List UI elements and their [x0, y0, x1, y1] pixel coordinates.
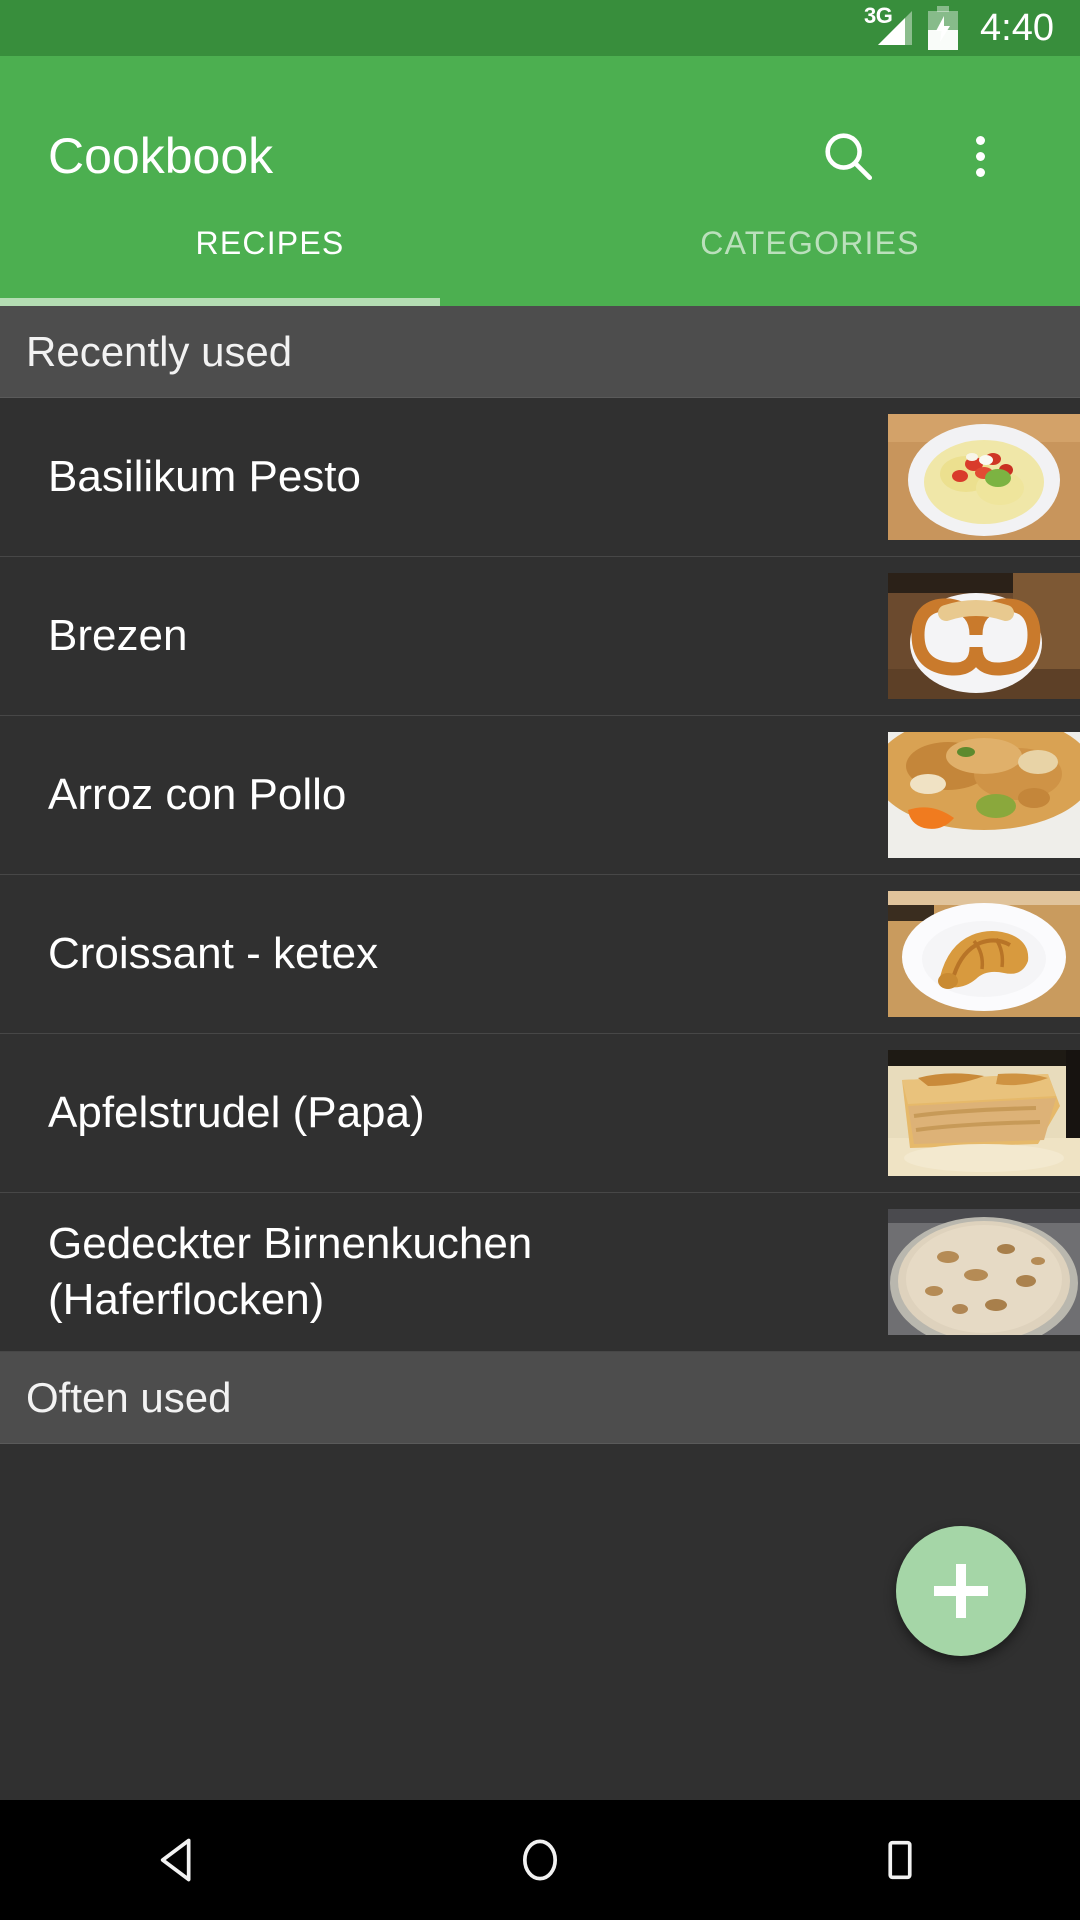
- recipe-title: Brezen: [48, 610, 188, 660]
- list-item[interactable]: Brezen: [0, 557, 1080, 716]
- recipe-title: Gedeckter Birnenkuchen (Haferflocken): [48, 1218, 533, 1324]
- recipe-thumbnail: [888, 573, 1080, 699]
- nav-home-button[interactable]: [460, 1800, 620, 1920]
- nav-back-button[interactable]: [100, 1800, 260, 1920]
- recipe-title: Croissant - ketex: [48, 928, 379, 978]
- section-header-label: Often used: [26, 1373, 232, 1421]
- signal-bars-foreground: [878, 18, 906, 45]
- list-item[interactable]: Apfelstrudel (Papa): [0, 1034, 1080, 1193]
- search-icon: [825, 133, 873, 181]
- apple-strudel-photo: [888, 1050, 1080, 1176]
- recipe-title: Basilikum Pesto: [48, 451, 362, 501]
- phone-screen: 3G 4:40 Cookbook RECIPES CATEGORIES Rece…: [0, 0, 1080, 1920]
- recipe-thumbnail: [888, 414, 1080, 540]
- tab-bar: RECIPES CATEGORIES: [0, 194, 1080, 306]
- recipe-title: Apfelstrudel (Papa): [48, 1087, 425, 1137]
- list-item[interactable]: Basilikum Pesto: [0, 398, 1080, 557]
- nav-recents-button[interactable]: [820, 1800, 980, 1920]
- status-icons: 3G 4:40: [864, 5, 1054, 50]
- recipe-thumbnail: [888, 732, 1080, 858]
- plus-icon: [956, 1564, 966, 1618]
- more-vertical-icon: [975, 167, 985, 177]
- charging-bolt-icon: [936, 16, 951, 42]
- status-bar-clock: 4:40: [980, 6, 1054, 49]
- recipe-thumbnail: [888, 891, 1080, 1017]
- pasta-with-tomato-pesto-photo: [888, 414, 1080, 540]
- android-nav-bar: [0, 1800, 1080, 1920]
- status-bar: 3G 4:40: [0, 0, 1080, 56]
- tab-recipes[interactable]: RECIPES: [0, 194, 540, 306]
- recipe-thumbnail: [888, 1050, 1080, 1176]
- tab-indicator: [0, 298, 440, 306]
- section-header-often-used: Often used: [0, 1352, 1080, 1444]
- home-circle-icon: [522, 1839, 558, 1881]
- recents-square-icon: [888, 1840, 912, 1880]
- recipe-title: Arroz con Pollo: [48, 769, 347, 819]
- more-vertical-icon: [975, 151, 985, 161]
- pretzel-on-plate-photo: [888, 573, 1080, 699]
- signal-3g-icon: 3G: [864, 5, 913, 49]
- search-button[interactable]: [812, 120, 884, 192]
- more-vertical-icon: [975, 135, 985, 145]
- page-title: Cookbook: [48, 128, 274, 184]
- tab-categories[interactable]: CATEGORIES: [540, 194, 1080, 306]
- list-item[interactable]: Gedeckter Birnenkuchen (Haferflocken): [0, 1193, 1080, 1352]
- battery-charging-icon: [928, 6, 959, 50]
- section-header-label: Recently used: [26, 327, 293, 375]
- back-triangle-icon: [160, 1838, 191, 1882]
- overflow-menu-button[interactable]: [944, 120, 1016, 192]
- croissant-on-plate-photo: [888, 891, 1080, 1017]
- add-recipe-fab[interactable]: [896, 1526, 1026, 1656]
- app-bar: Cookbook RECIPES CATEGORIES: [0, 56, 1080, 306]
- list-item[interactable]: Arroz con Pollo: [0, 716, 1080, 875]
- section-header-recently-used: Recently used: [0, 306, 1080, 398]
- rice-with-chicken-photo: [888, 732, 1080, 858]
- list-item[interactable]: Croissant - ketex: [0, 875, 1080, 1034]
